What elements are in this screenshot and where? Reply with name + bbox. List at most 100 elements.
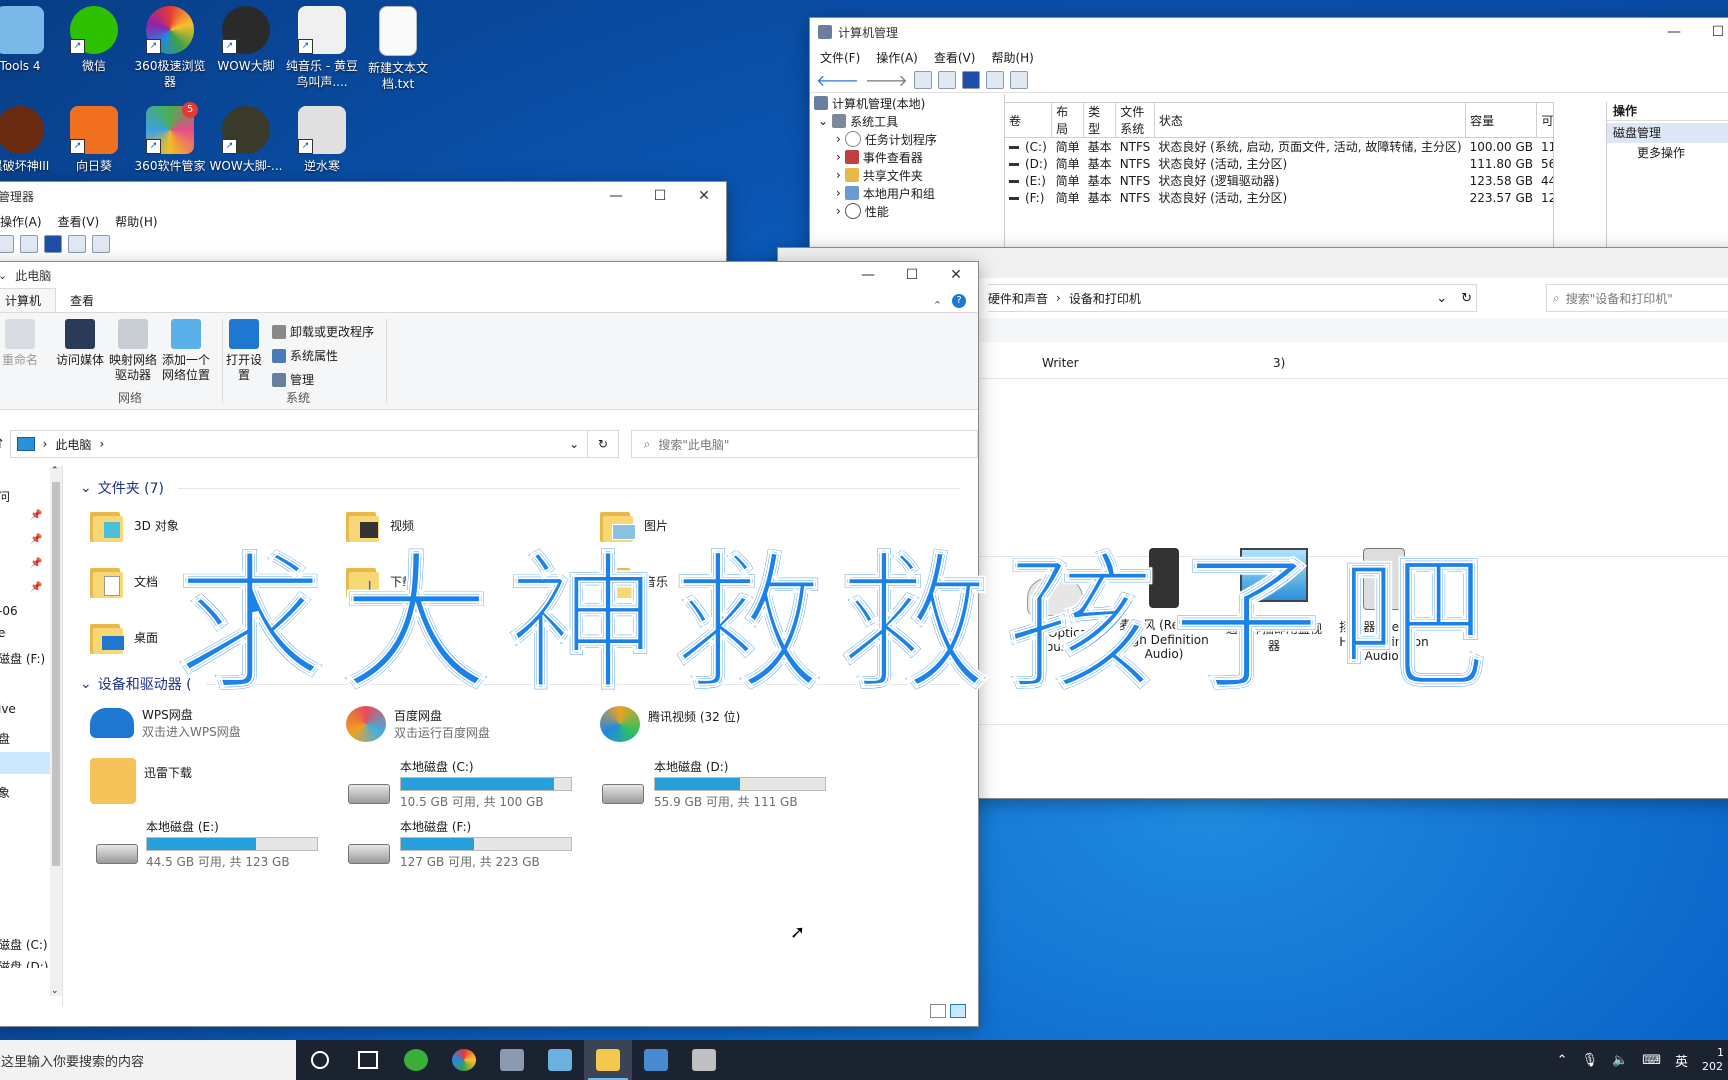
search-box[interactable]: ⌕ 搜索"此电脑" (630, 430, 978, 458)
taskbar-app-control-panel[interactable] (536, 1040, 584, 1080)
folder-documents[interactable]: 文档 (90, 564, 158, 598)
help-icon[interactable] (961, 71, 980, 89)
nav-item[interactable]: 盘 (0, 730, 10, 747)
refresh-icon[interactable]: ↻ (1461, 291, 1472, 306)
nav-item-this-pc-selected[interactable] (0, 752, 52, 774)
nav-item[interactable]: 问 (0, 488, 10, 505)
column-free[interactable]: 可用 (1536, 103, 1553, 138)
table-row[interactable]: (D:) 简单基本 NTFS 状态良好 (活动, 主分区) 111.80 GB 56.0 (1005, 155, 1553, 172)
nav-item[interactable]: 象 (0, 784, 10, 801)
map-drive-button[interactable]: 映射网络驱动器 (108, 319, 158, 383)
properties-icon[interactable] (0, 235, 14, 253)
taskbar-app-360-security[interactable] (392, 1040, 440, 1080)
desktop-icon-tools[interactable]: Tools 4 (0, 6, 60, 74)
menu-help[interactable]: 帮助(H) (115, 213, 157, 230)
taskbar-app-computer-management[interactable] (632, 1040, 680, 1080)
manage-button[interactable]: 管理 (272, 371, 314, 388)
chevron-right-icon[interactable]: › (836, 186, 841, 200)
desktop-icon-360browser[interactable]: ↗ 360极速浏览器 (130, 6, 210, 90)
tree-item-local-users[interactable]: › 本地用户和组 (814, 184, 1004, 202)
clock[interactable]: 1 2021 (1702, 1046, 1724, 1074)
chevron-right-icon[interactable]: › (836, 168, 841, 182)
taskbar-app-device-manager[interactable] (488, 1040, 536, 1080)
breadcrumb-item[interactable]: 硬件和声音 (988, 290, 1048, 307)
taskbar-app-devices-printers[interactable] (680, 1040, 728, 1080)
desktop-icon-wow2[interactable]: ↗ WOW大脚-... (206, 106, 286, 174)
tray-chevron-up-icon[interactable]: ⌃ (1557, 1053, 1568, 1068)
drive-c[interactable]: 本地磁盘 (C:) 10.5 GB 可用, 共 100 GB (400, 758, 572, 810)
minimize-button[interactable]: — (1652, 18, 1696, 46)
column-layout[interactable]: 布局 (1051, 103, 1085, 138)
task-view-button[interactable] (344, 1040, 392, 1080)
desktop-icon-sunflower[interactable]: ↗ 向日葵 (54, 106, 134, 174)
scroll-up-icon[interactable]: ⌃ (51, 466, 59, 476)
folder-videos[interactable]: 视频 (346, 508, 414, 542)
address-text[interactable]: 此电脑 (55, 436, 91, 453)
maximize-button[interactable]: ☐ (638, 182, 682, 210)
menu-file[interactable]: 文件(F) (820, 49, 860, 66)
folder-3d-objects[interactable]: 3D 对象 (90, 508, 179, 542)
maximize-button[interactable]: ☐ (1696, 18, 1728, 46)
help-icon[interactable]: ? (952, 294, 966, 308)
chevron-right-icon[interactable]: › (836, 132, 841, 146)
table-row[interactable]: (E:) 简单基本 NTFS 状态良好 (逻辑驱动器) 123.58 GB 44.5 (1005, 172, 1553, 189)
minimize-button[interactable]: — (846, 261, 890, 289)
menu-action[interactable]: 操作(A) (876, 49, 918, 66)
access-media-button[interactable]: 访问媒体 (54, 319, 106, 368)
column-status[interactable]: 状态 (1154, 103, 1467, 138)
up-arrow-icon[interactable]: ↑ (0, 437, 10, 452)
taskbar-search-box[interactable]: 在这里输入你要搜索的内容 (0, 1040, 296, 1080)
taskbar-app-file-explorer[interactable] (584, 1040, 632, 1080)
tree-item-shared-folders[interactable]: › 共享文件夹 (814, 166, 1004, 184)
quick-access-chevron-icon[interactable]: ⌄ (0, 269, 7, 282)
desktop-icon-wow[interactable]: ↗ WOW大脚 (206, 6, 286, 74)
taskbar-app-360-browser[interactable] (440, 1040, 488, 1080)
address-bar[interactable]: 硬件和声音 › 设备和打印机 (988, 284, 1308, 312)
forward-arrow-icon[interactable]: 🡒 (865, 70, 908, 90)
column-type[interactable]: 类型 (1083, 103, 1117, 138)
nav-item[interactable]: e (0, 626, 5, 640)
column-capacity[interactable]: 容量 (1465, 103, 1538, 138)
chevron-right-icon[interactable]: › (836, 150, 841, 164)
menu-action[interactable]: 操作(A) (0, 213, 42, 230)
uninstall-button[interactable]: 卸载或更改程序 (272, 323, 374, 340)
breadcrumb-item[interactable]: 设备和打印机 (1069, 290, 1141, 307)
console-icon[interactable] (1009, 71, 1028, 89)
table-row[interactable]: (C:) 简单 基本 NTFS 状态良好 (系统, 启动, 页面文件, 活动, 故障转储… (1005, 138, 1553, 156)
properties-icon[interactable] (985, 71, 1004, 89)
ime-indicator[interactable]: 英 (1675, 1051, 1688, 1070)
nav-item[interactable]: ive (0, 702, 16, 716)
maximize-button[interactable]: ☐ (890, 261, 934, 289)
refresh-button[interactable]: ↻ (588, 430, 619, 458)
back-arrow-icon[interactable]: 🡐 (816, 70, 859, 90)
app-xunlei[interactable]: 迅雷下载 (90, 758, 192, 804)
menu-view[interactable]: 查看(V) (58, 213, 100, 230)
show-hide-tree-icon[interactable] (937, 71, 956, 89)
details-view-icon[interactable] (930, 1004, 946, 1018)
desktop-icon-360manager[interactable]: 5 ↗ 360软件管家 (130, 102, 210, 174)
desktop-icon-diablo[interactable]: 黑破坏神III (0, 106, 60, 174)
tree-item-event-viewer[interactable]: › 事件查看器 (814, 148, 1004, 166)
folders-section-header[interactable]: ⌄ 文件夹 (7) (80, 478, 960, 498)
update-icon[interactable] (20, 235, 38, 253)
tree-item-task-scheduler[interactable]: › 任务计划程序 (814, 130, 1004, 148)
system-properties-button[interactable]: 系统属性 (272, 347, 338, 364)
large-icons-view-icon[interactable] (950, 1004, 966, 1018)
folder-desktop[interactable]: 桌面 (90, 620, 158, 654)
tab-computer[interactable]: 计算机 (0, 288, 57, 312)
close-button[interactable]: ✕ (934, 261, 978, 289)
close-button[interactable]: ✕ (682, 182, 726, 210)
tab-view[interactable]: 查看 (56, 289, 108, 312)
microphone-icon[interactable]: 🎙 (1582, 1053, 1599, 1068)
drive-e[interactable]: 本地磁盘 (E:) 44.5 GB 可用, 共 123 GB (146, 818, 318, 870)
drive-f[interactable]: 本地磁盘 (F:) 127 GB 可用, 共 223 GB (400, 818, 572, 870)
desktop-icon-wechat[interactable]: ↗ 微信 (54, 6, 134, 74)
nav-scrollbar[interactable]: ⌃ ⌄ (50, 466, 62, 996)
nav-item[interactable]: -06 (0, 604, 18, 618)
nav-item[interactable]: 磁盘 (C:) (0, 936, 48, 953)
search-box[interactable]: ⌕ 搜索"设备和打印机" (1546, 284, 1728, 312)
desktop-icon-nishuihan[interactable]: ↗ 逆水寒 (282, 106, 362, 174)
desktop-icon-textfile[interactable]: 新建文本文档.txt (358, 6, 438, 92)
minimize-button[interactable]: — (594, 182, 638, 210)
ime-mode-icon[interactable]: ⌨ (1642, 1053, 1661, 1068)
